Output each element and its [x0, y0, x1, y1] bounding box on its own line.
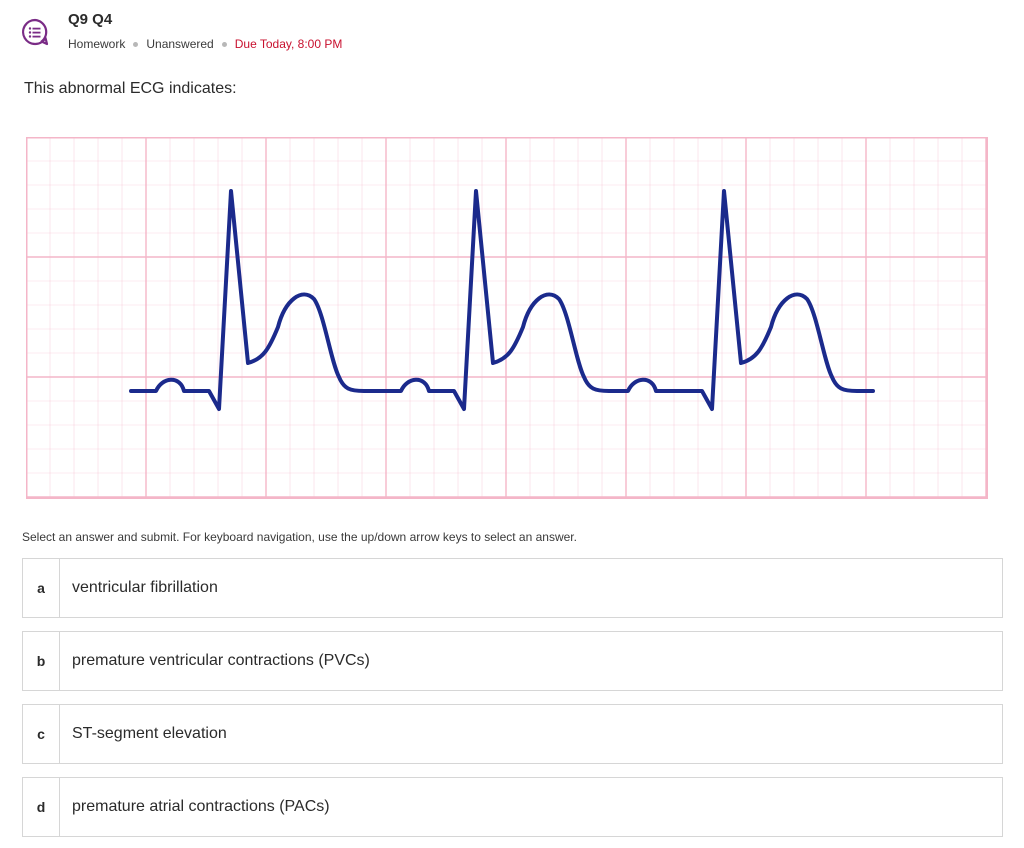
answer-instructions: Select an answer and submit. For keyboar… — [22, 530, 577, 544]
answer-option-c[interactable]: c ST-segment elevation — [22, 704, 1003, 764]
due-date: Due Today, 8:00 PM — [234, 37, 343, 51]
option-text: ST-segment elevation — [72, 725, 227, 742]
separator-dot — [221, 41, 227, 47]
assignment-type: Homework — [68, 37, 126, 51]
question-list-icon — [22, 18, 49, 46]
option-text: ventricular fibrillation — [72, 579, 218, 596]
question-prompt: This abnormal ECG indicates: — [24, 80, 237, 97]
option-text: premature ventricular contractions (PVCs… — [72, 652, 370, 669]
option-letter: b — [23, 632, 60, 690]
ecg-grid-border — [26, 137, 988, 499]
ecg-strip-image — [26, 137, 988, 499]
answer-option-a[interactable]: a ventricular fibrillation — [22, 558, 1003, 618]
question-page: Q9 Q4 Homework Unanswered Due Today, 8:0… — [0, 0, 1024, 848]
question-title: Q9 Q4 — [68, 11, 113, 28]
question-meta: Homework Unanswered Due Today, 8:00 PM — [68, 37, 342, 51]
option-letter: c — [23, 705, 60, 763]
answer-option-b[interactable]: b premature ventricular contractions (PV… — [22, 631, 1003, 691]
answer-status: Unanswered — [146, 37, 214, 51]
option-letter: a — [23, 559, 60, 617]
answer-option-d[interactable]: d premature atrial contractions (PACs) — [22, 777, 1003, 837]
option-text: premature atrial contractions (PACs) — [72, 798, 330, 815]
separator-dot — [133, 41, 139, 47]
option-letter: d — [23, 778, 60, 836]
ecg-grid — [26, 137, 988, 499]
